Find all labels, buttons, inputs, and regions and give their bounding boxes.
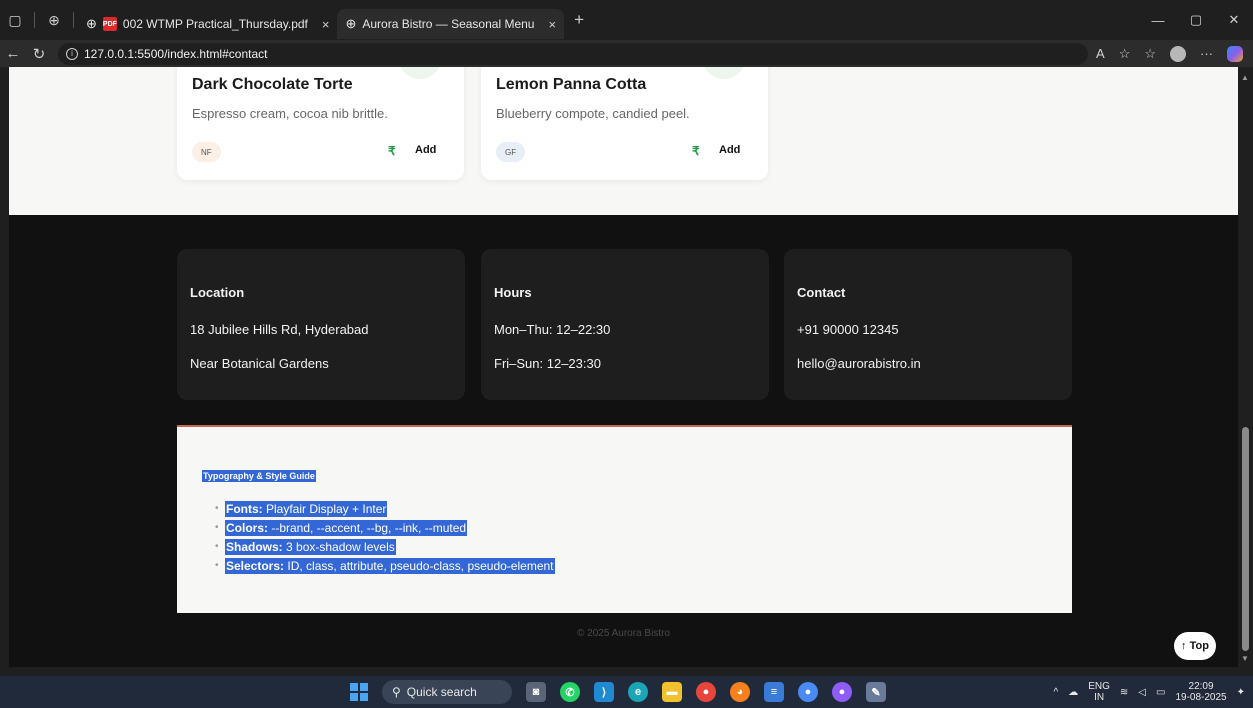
taskbar-search[interactable]: ⚲ Quick search (382, 680, 512, 704)
vscode-icon[interactable]: ⟩ (594, 682, 614, 702)
location-card: Location 18 Jubilee Hills Rd, Hyderabad … (177, 249, 465, 400)
restore-icon[interactable]: ▢ (1177, 0, 1215, 40)
search-placeholder: Quick search (406, 685, 477, 699)
rupee-icon: ₹ (692, 144, 700, 158)
contact-card: Contact +91 90000 12345 hello@aurorabist… (784, 249, 1072, 400)
chevron-up-icon[interactable]: ^ (1054, 687, 1059, 698)
copyright: © 2025 Aurora Bistro (577, 628, 670, 639)
address-bar[interactable]: i 127.0.0.1:5500/index.html#contact (58, 42, 1088, 65)
browser-titlebar: ▢ ⊕ ⊕ PDF 002 WTMP Practical_Thursday.pd… (0, 0, 1253, 40)
url-text: 127.0.0.1:5500/index.html#contact (84, 46, 268, 61)
card-title: Hours (494, 285, 532, 300)
whatsapp-icon[interactable]: ✆ (560, 682, 580, 702)
chrome-dev-icon[interactable]: ● (798, 682, 818, 702)
globe-icon: ⊕ (345, 16, 357, 31)
camera-app-icon[interactable]: ◙ (526, 682, 546, 702)
taskbar-apps: ⚲ Quick search ◙ ✆ ⟩ e ▬ ● ◕ ≡ ● ● ✎ (350, 676, 886, 708)
add-button[interactable]: Add (719, 144, 740, 156)
diet-tag: GF (496, 142, 526, 162)
card-title: Location (190, 285, 245, 300)
dish-description: Espresso cream, cocoa nib brittle. (192, 106, 388, 121)
more-icon[interactable]: ··· (1200, 46, 1213, 61)
hours-card: Hours Mon–Thu: 12–22:30 Fri–Sun: 12–23:3… (481, 249, 769, 400)
list-item: Shadows: 3 box-shadow levels (215, 539, 555, 558)
phone-link[interactable]: +91 90000 12345 (797, 322, 899, 337)
dish-description: Blueberry compote, candied peel. (496, 106, 690, 121)
tab-title: 002 WTMP Practical_Thursday.pdf (122, 17, 308, 31)
divider (34, 12, 35, 28)
chrome-icon[interactable]: ● (696, 682, 716, 702)
back-icon[interactable]: ← (0, 45, 26, 62)
close-tab-icon[interactable]: × (548, 17, 556, 32)
card-decoration (702, 67, 746, 79)
tab-pdf[interactable]: ⊕ PDF 002 WTMP Practical_Thursday.pdf × (78, 9, 337, 39)
close-window-icon[interactable]: ✕ (1215, 0, 1253, 40)
diet-tag: NF (192, 142, 221, 162)
favorite-star-icon[interactable]: ☆ (1119, 46, 1131, 62)
search-icon: ⚲ (392, 685, 401, 699)
tab-aurora[interactable]: ⊕ Aurora Bistro — Seasonal Menu × (337, 9, 565, 39)
rupee-icon: ₹ (388, 144, 396, 158)
menu-section: Dark Chocolate Torte Espresso cream, coc… (9, 67, 1238, 215)
card-decoration (398, 67, 442, 79)
dish-name: Lemon Panna Cotta (496, 76, 647, 93)
menu-card: Dark Chocolate Torte Espresso cream, coc… (177, 67, 464, 180)
clock[interactable]: 22:09 19-08-2025 (1175, 681, 1226, 703)
scrollbar[interactable]: ▲ ▼ (1238, 67, 1253, 667)
divider (73, 12, 74, 28)
guide-list: Fonts: Playfair Display + Inter Colors: … (215, 501, 555, 577)
notification-icon[interactable]: ✦ (1237, 687, 1245, 698)
taskbar: ⚲ Quick search ◙ ✆ ⟩ e ▬ ● ◕ ≡ ● ● ✎ ^ ☁… (0, 676, 1253, 708)
window-controls: — ▢ ✕ (1139, 0, 1253, 40)
dish-name: Dark Chocolate Torte (192, 76, 353, 93)
page-viewport: Dark Chocolate Torte Espresso cream, coc… (9, 67, 1238, 667)
wifi-icon[interactable]: ≋ (1120, 687, 1128, 698)
close-tab-icon[interactable]: × (322, 17, 330, 32)
style-guide: Typography & Style Guide Fonts: Playfair… (177, 425, 1072, 613)
list-item: Selectors: ID, class, attribute, pseudo-… (215, 558, 555, 577)
onedrive-icon[interactable]: ☁ (1068, 687, 1078, 698)
pdf-icon: PDF (102, 17, 117, 31)
language-indicator[interactable]: ENG IN (1088, 681, 1110, 703)
snipping-tool-icon[interactable]: ✎ (866, 682, 886, 702)
chrome-canary-icon[interactable]: ● (832, 682, 852, 702)
firefox-icon[interactable]: ◕ (730, 682, 750, 702)
copilot-icon[interactable] (1227, 45, 1243, 62)
workspaces-icon[interactable]: ⊕ (39, 0, 69, 40)
tab-title: Aurora Bistro — Seasonal Menu (362, 17, 535, 31)
menu-card: Lemon Panna Cotta Blueberry compote, can… (481, 67, 768, 180)
read-aloud-icon[interactable]: A (1096, 46, 1105, 61)
add-button[interactable]: Add (415, 144, 436, 156)
favorites-icon[interactable]: ☆ (1144, 46, 1156, 62)
list-item: Fonts: Playfair Display + Inter (215, 501, 555, 520)
scroll-up-icon[interactable]: ▲ (1241, 73, 1249, 82)
address-line: 18 Jubilee Hills Rd, Hyderabad (190, 322, 369, 337)
list-item: Colors: --brand, --accent, --bg, --ink, … (215, 520, 555, 539)
address-line: Near Botanical Gardens (190, 356, 329, 371)
battery-icon[interactable]: ▭ (1156, 687, 1165, 698)
toolbar-actions: A ☆ ☆ ··· (1096, 40, 1253, 67)
info-icon[interactable]: i (66, 47, 78, 60)
profile-avatar[interactable] (1170, 45, 1186, 62)
globe-icon: ⊕ (86, 16, 97, 31)
refresh-icon[interactable]: ↻ (26, 45, 52, 63)
back-to-top-button[interactable]: ↑ Top (1174, 632, 1216, 660)
start-icon[interactable] (350, 683, 368, 701)
scrollbar-thumb[interactable] (1242, 427, 1249, 651)
edge-icon[interactable]: e (628, 682, 648, 702)
tab-actions-icon[interactable]: ▢ (0, 0, 30, 40)
guide-title: Typography & Style Guide (202, 470, 316, 482)
card-title: Contact (797, 285, 846, 300)
scroll-down-icon[interactable]: ▼ (1241, 654, 1249, 663)
notepad-icon[interactable]: ≡ (764, 682, 784, 702)
hours-line: Fri–Sun: 12–23:30 (494, 356, 601, 371)
file-explorer-icon[interactable]: ▬ (662, 682, 682, 702)
new-tab-icon[interactable]: + (564, 0, 594, 40)
system-tray: ^ ☁ ENG IN ≋ ◁ ▭ 22:09 19-08-2025 ✦ (1054, 676, 1245, 708)
volume-icon[interactable]: ◁ (1138, 687, 1146, 698)
hours-line: Mon–Thu: 12–22:30 (494, 322, 611, 337)
address-bar-row: ← ↻ i 127.0.0.1:5500/index.html#contact … (0, 40, 1253, 67)
email-link[interactable]: hello@aurorabistro.in (797, 356, 921, 371)
minimize-icon[interactable]: — (1139, 0, 1177, 40)
